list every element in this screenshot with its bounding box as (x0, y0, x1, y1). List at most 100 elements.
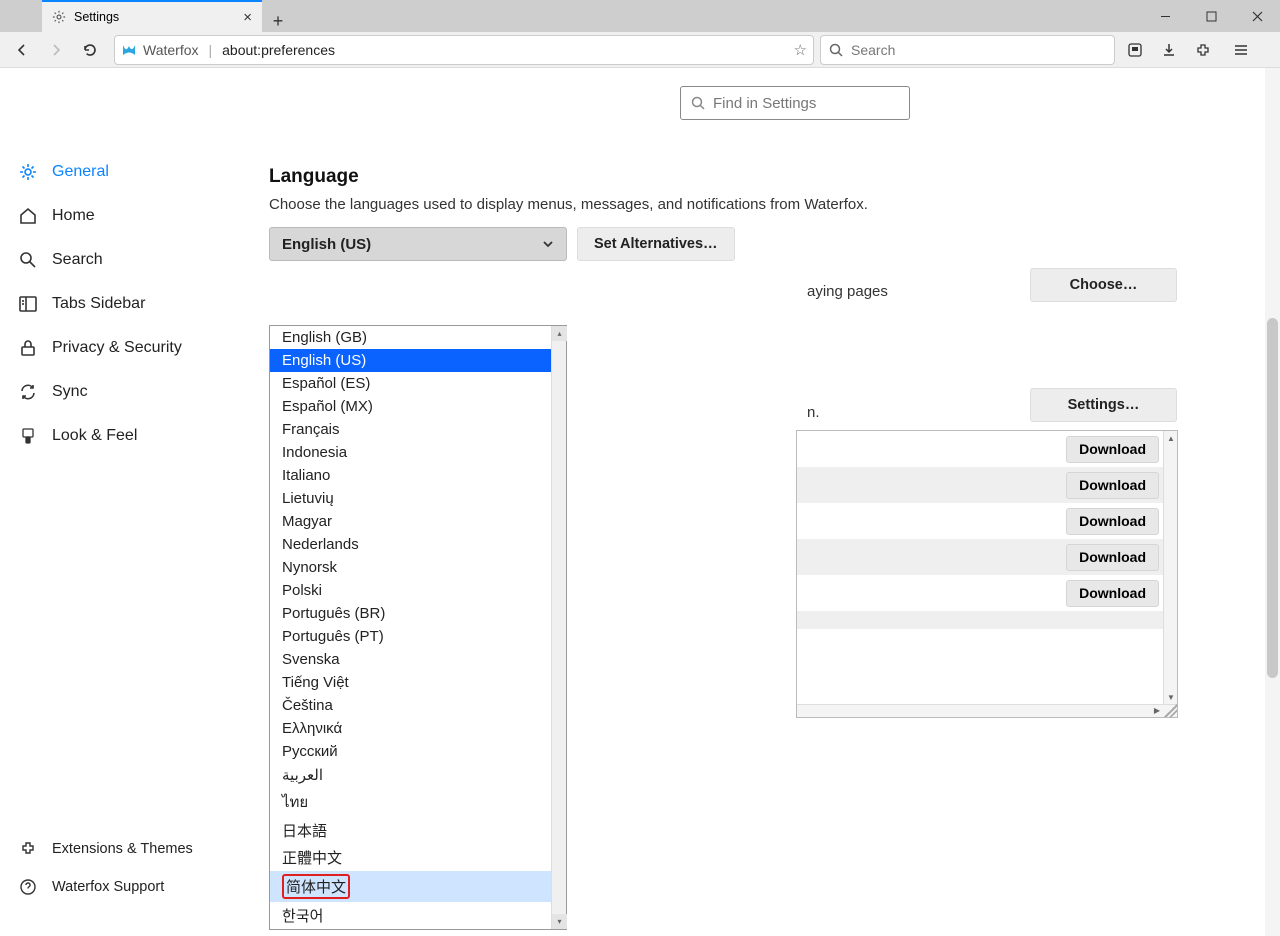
dropdown-option[interactable]: 한국어 (270, 902, 566, 929)
dropdown-option[interactable]: Nynorsk (270, 556, 566, 579)
sidebar-item-home[interactable]: Home (0, 194, 247, 238)
download-button[interactable]: Download (1066, 436, 1159, 463)
dropdown-option[interactable]: Português (PT) (270, 625, 566, 648)
list-vertical-scrollbar[interactable]: ▲ ▼ (1163, 431, 1177, 704)
scroll-down-icon[interactable]: ▾ (552, 914, 567, 929)
sidebar-item-privacy[interactable]: Privacy & Security (0, 326, 247, 370)
search-icon (829, 43, 843, 57)
forward-button[interactable] (42, 36, 70, 64)
home-icon (18, 206, 38, 226)
main-content: General Home Search Tabs Sidebar Privacy… (0, 68, 1280, 936)
maximize-button[interactable] (1188, 0, 1234, 32)
dropdown-option[interactable]: Ελληνικά (270, 717, 566, 740)
sidebar-item-sync[interactable]: Sync (0, 370, 247, 414)
new-tab-button[interactable]: + (262, 11, 294, 32)
partial-spellcheck-text: n. (807, 404, 820, 421)
back-button[interactable] (8, 36, 36, 64)
tab-strip: Settings × + (0, 0, 294, 32)
find-in-settings-input[interactable]: Find in Settings (680, 86, 910, 120)
dropdown-option[interactable]: Čeština (270, 694, 566, 717)
dropdown-option[interactable]: Español (MX) (270, 395, 566, 418)
list-item (797, 611, 1177, 629)
sidebar-icon (18, 294, 38, 314)
dropdown-option[interactable]: العربية (270, 763, 566, 787)
resize-handle-icon[interactable] (1164, 704, 1177, 717)
dropdown-scrollbar[interactable]: ▴ ▾ (551, 326, 566, 929)
dropdown-option[interactable]: Русский (270, 740, 566, 763)
sidebar-item-search[interactable]: Search (0, 238, 247, 282)
dictionary-list: Download Download Download Download Down… (796, 430, 1178, 718)
sidebar-item-extensions[interactable]: Extensions & Themes (0, 830, 247, 868)
dropdown-option[interactable]: Polski (270, 579, 566, 602)
download-button[interactable]: Download (1066, 472, 1159, 499)
sidebar-item-label: General (52, 163, 109, 181)
tab-settings[interactable]: Settings × (42, 0, 262, 32)
list-horizontal-scrollbar[interactable]: ▶ (797, 704, 1177, 717)
url-bar[interactable]: Waterfox | about:preferences ☆ (114, 35, 814, 65)
url-separator: | (209, 42, 213, 58)
dropdown-option[interactable]: 正體中文 (270, 844, 566, 871)
search-bar[interactable]: Search (820, 35, 1115, 65)
save-to-pocket-icon[interactable] (1121, 36, 1149, 64)
dropdown-option[interactable]: 简体中文 (270, 871, 566, 902)
sidebar-footer: Extensions & Themes Waterfox Support (0, 830, 247, 936)
scrollbar-thumb[interactable] (1267, 318, 1278, 678)
dropdown-option[interactable]: Español (ES) (270, 372, 566, 395)
dropdown-option[interactable]: 日本語 (270, 817, 566, 844)
dropdown-option[interactable]: Svenska (270, 648, 566, 671)
settings-button[interactable]: Settings… (1030, 388, 1177, 422)
page-scrollbar[interactable] (1265, 68, 1280, 936)
identity-box[interactable]: Waterfox | about:preferences (121, 42, 335, 58)
dropdown-option[interactable]: English (US) (270, 349, 566, 372)
downloads-icon[interactable] (1155, 36, 1183, 64)
dropdown-option[interactable]: Italiano (270, 464, 566, 487)
language-dropdown: English (GB)English (US)Español (ES)Espa… (269, 325, 567, 930)
waterfox-logo-icon (121, 42, 137, 58)
dropdown-option[interactable]: Tiếng Việt (270, 671, 566, 694)
find-placeholder: Find in Settings (713, 95, 816, 112)
scroll-down-icon[interactable]: ▼ (1164, 690, 1178, 704)
language-select-value: English (US) (282, 236, 371, 253)
language-select[interactable]: English (US) (269, 227, 567, 261)
choose-button[interactable]: Choose… (1030, 268, 1177, 302)
language-row: English (US) Set Alternatives… (269, 227, 1280, 261)
tab-close-icon[interactable]: × (243, 9, 252, 26)
sidebar-item-general[interactable]: General (0, 150, 247, 194)
language-description: Choose the languages used to display men… (269, 196, 1280, 213)
dropdown-option[interactable]: Português (BR) (270, 602, 566, 625)
scroll-up-icon[interactable]: ▴ (552, 326, 567, 341)
sidebar-item-tabs-sidebar[interactable]: Tabs Sidebar (0, 282, 247, 326)
chevron-down-icon (542, 238, 554, 250)
dropdown-option[interactable]: Magyar (270, 510, 566, 533)
gear-icon (18, 162, 38, 182)
minimize-button[interactable] (1142, 0, 1188, 32)
download-button[interactable]: Download (1066, 508, 1159, 535)
dropdown-option[interactable]: ไทย (270, 787, 566, 817)
sidebar-item-look-feel[interactable]: Look & Feel (0, 414, 247, 458)
download-button[interactable]: Download (1066, 544, 1159, 571)
window-controls (1142, 0, 1280, 32)
sidebar-item-label: Extensions & Themes (52, 841, 193, 857)
list-item: Download (797, 503, 1177, 539)
bookmark-star-icon[interactable]: ☆ (794, 41, 807, 59)
scroll-right-icon[interactable]: ▶ (1150, 703, 1164, 717)
reload-button[interactable] (76, 36, 104, 64)
list-item: Download (797, 575, 1177, 611)
scroll-up-icon[interactable]: ▲ (1164, 431, 1178, 445)
dropdown-option[interactable]: English (GB) (270, 326, 566, 349)
download-button[interactable]: Download (1066, 580, 1159, 607)
extensions-icon[interactable] (1189, 36, 1217, 64)
brush-icon (18, 426, 38, 446)
app-menu-button[interactable] (1227, 36, 1255, 64)
dropdown-option[interactable]: Lietuvių (270, 487, 566, 510)
search-placeholder: Search (851, 42, 895, 58)
sidebar: General Home Search Tabs Sidebar Privacy… (0, 68, 247, 936)
sidebar-item-label: Look & Feel (52, 427, 137, 445)
set-alternatives-button[interactable]: Set Alternatives… (577, 227, 735, 261)
dropdown-option[interactable]: Français (270, 418, 566, 441)
sync-icon (18, 382, 38, 402)
dropdown-option[interactable]: Nederlands (270, 533, 566, 556)
dropdown-option[interactable]: Indonesia (270, 441, 566, 464)
sidebar-item-support[interactable]: Waterfox Support (0, 868, 247, 906)
close-window-button[interactable] (1234, 0, 1280, 32)
